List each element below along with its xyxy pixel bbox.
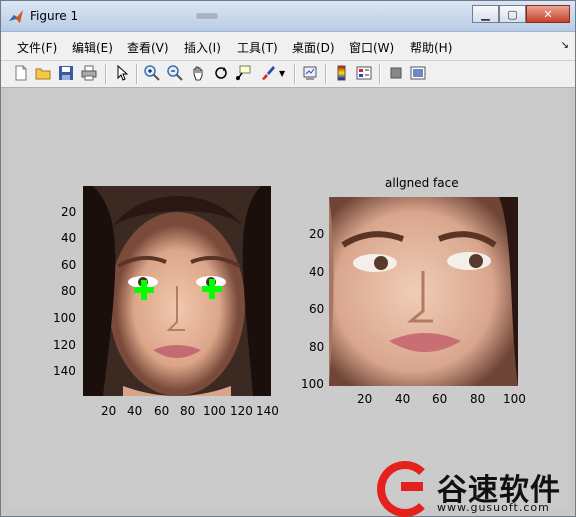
right-y-tick: 80 [309, 340, 325, 354]
blurred-text [196, 13, 218, 19]
menu-window[interactable]: 窗口(W) [349, 39, 394, 56]
window-title: Figure 1 [30, 9, 79, 23]
close-icon: ✕ [543, 7, 553, 21]
left-x-tick: 100 [203, 404, 226, 418]
figure-window: Figure 1 ▁ ▢ ✕ 文件(F) 编辑(E) 查看(V) 插入(I) 工… [0, 0, 576, 517]
toolbar-separator [294, 64, 296, 84]
watermark-url: www.gusuoft.com [437, 501, 550, 514]
toolbar: ▼ [1, 61, 575, 88]
eye-marker-right [202, 279, 222, 299]
brush-dropdown-icon[interactable]: ▼ [279, 69, 295, 85]
watermark: 谷速软件 www.gusuoft.com [377, 461, 576, 517]
menu-file[interactable]: 文件(F) [17, 39, 57, 56]
menu-desktop[interactable]: 桌面(D) [292, 39, 335, 56]
left-y-tick: 120 [53, 338, 76, 352]
toolbar-separator [136, 64, 138, 84]
colorbar-icon[interactable] [334, 65, 350, 81]
edit-plot-icon[interactable] [114, 65, 130, 81]
right-x-tick: 40 [395, 392, 411, 406]
right-x-tick: 20 [357, 392, 373, 406]
left-y-tick: 100 [53, 311, 76, 325]
left-x-tick: 20 [101, 404, 117, 418]
left-y-tick: 140 [53, 364, 76, 378]
close-button[interactable]: ✕ [526, 5, 570, 23]
left-y-tick: 20 [61, 205, 77, 219]
face-image-original [83, 186, 271, 396]
minimize-icon: ▁ [481, 7, 490, 21]
eye-marker-left [134, 280, 154, 300]
minimize-button[interactable]: ▁ [472, 5, 499, 23]
toolbar-separator [325, 64, 327, 84]
toolbar-separator [105, 64, 107, 84]
menu-view[interactable]: 查看(V) [127, 39, 169, 56]
menu-insert[interactable]: 插入(I) [184, 39, 221, 56]
brush-icon[interactable] [260, 65, 276, 81]
show-plot-tools-icon[interactable] [410, 65, 426, 81]
left-x-tick: 140 [256, 404, 279, 418]
right-y-tick: 20 [309, 227, 325, 241]
right-y-tick: 40 [309, 265, 325, 279]
menu-tools[interactable]: 工具(T) [237, 39, 278, 56]
left-x-tick: 60 [154, 404, 170, 418]
window-controls: ▁ ▢ ✕ [472, 5, 570, 23]
left-y-tick: 60 [61, 258, 77, 272]
zoom-in-icon[interactable] [144, 65, 160, 81]
new-figure-icon[interactable] [13, 65, 29, 81]
matlab-icon [9, 10, 23, 23]
left-x-tick: 80 [180, 404, 196, 418]
link-plot-icon[interactable] [302, 65, 318, 81]
left-x-tick: 40 [127, 404, 143, 418]
menu-bar: 文件(F) 编辑(E) 查看(V) 插入(I) 工具(T) 桌面(D) 窗口(W… [1, 32, 575, 61]
figure-canvas: 20 40 60 80 100 120 140 20 40 60 80 100 … [9, 88, 567, 506]
zoom-out-icon[interactable] [167, 65, 183, 81]
right-x-tick: 60 [432, 392, 448, 406]
left-y-tick: 80 [61, 284, 77, 298]
right-axes-title: allgned face [385, 176, 459, 190]
right-y-tick: 60 [309, 302, 325, 316]
face-image-aligned [329, 197, 518, 386]
title-bar[interactable]: Figure 1 ▁ ▢ ✕ [1, 1, 575, 32]
left-x-tick: 120 [230, 404, 253, 418]
pan-icon[interactable] [190, 65, 206, 81]
maximize-button[interactable]: ▢ [499, 5, 526, 23]
open-file-icon[interactable] [35, 65, 51, 81]
legend-icon[interactable] [356, 65, 372, 81]
rotate-icon[interactable] [213, 65, 229, 81]
menu-overflow-icon[interactable]: ↘ [561, 40, 569, 51]
toolbar-separator [379, 64, 381, 84]
maximize-icon: ▢ [507, 7, 518, 21]
print-icon[interactable] [81, 65, 97, 81]
save-icon[interactable] [58, 65, 74, 81]
left-y-tick: 40 [61, 231, 77, 245]
right-x-tick: 100 [503, 392, 526, 406]
hide-plot-tools-icon[interactable] [388, 65, 404, 81]
right-x-tick: 80 [470, 392, 486, 406]
menu-help[interactable]: 帮助(H) [410, 39, 452, 56]
menu-edit[interactable]: 编辑(E) [72, 39, 113, 56]
right-y-tick: 100 [301, 377, 324, 391]
watermark-logo-bar [401, 482, 423, 491]
data-cursor-icon[interactable] [235, 65, 251, 81]
